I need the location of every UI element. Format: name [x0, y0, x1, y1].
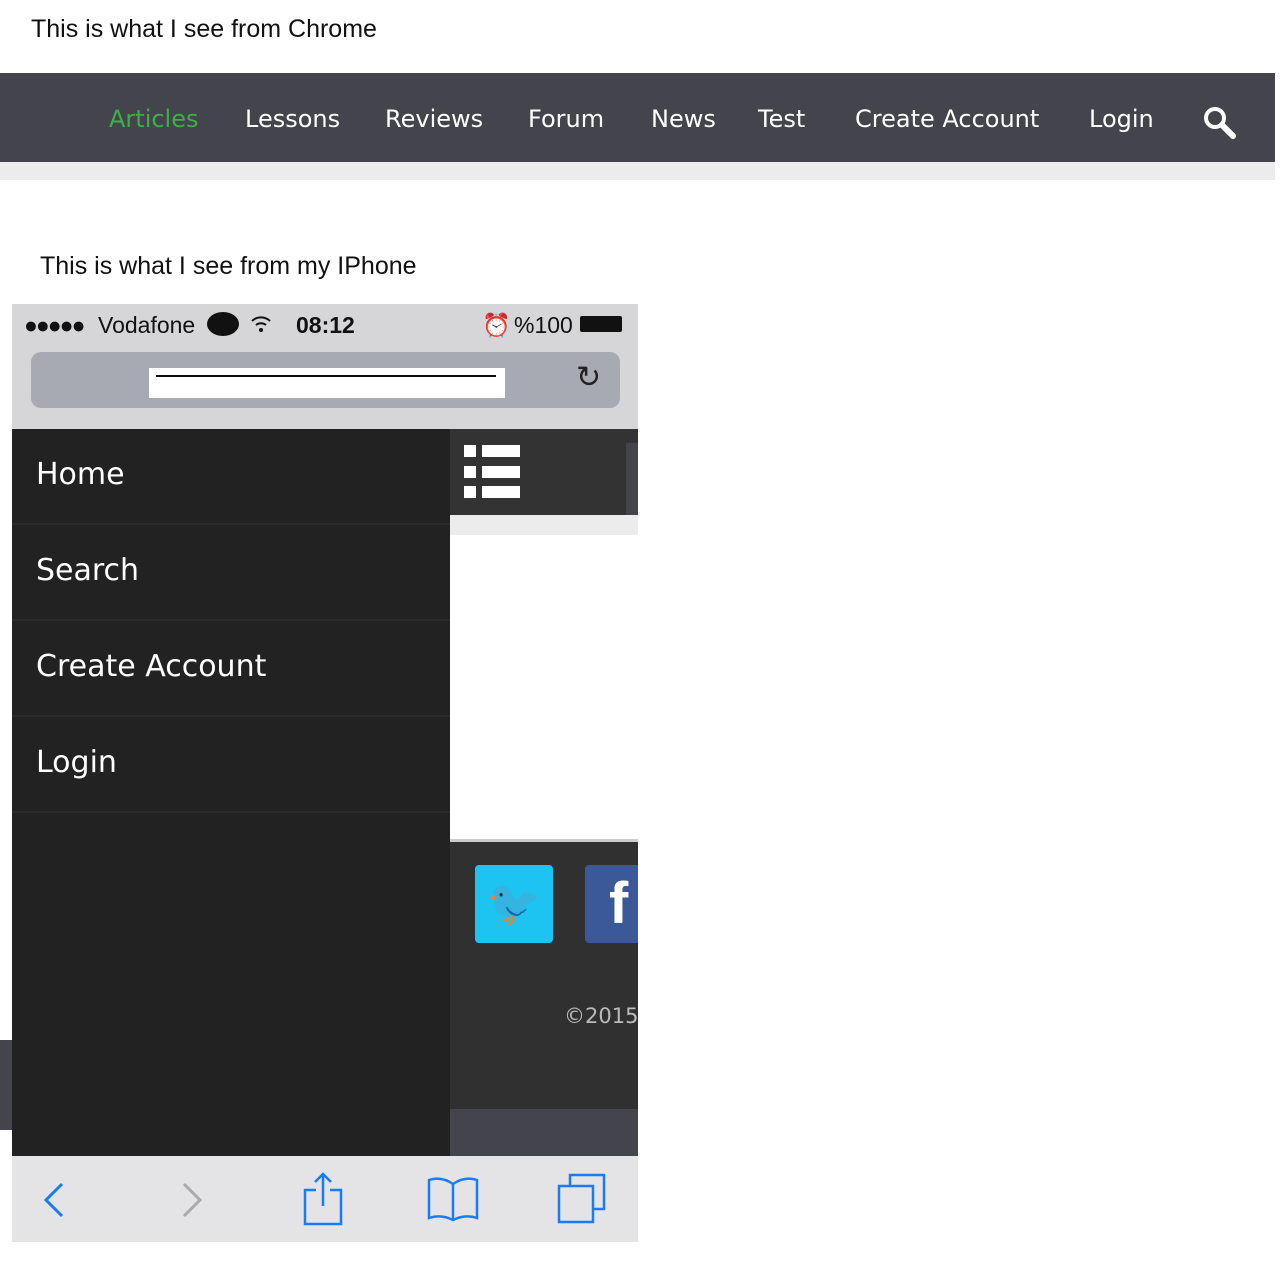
menu-list-icon[interactable]: [464, 445, 520, 501]
redaction-line: [156, 375, 496, 377]
battery-percent: %100: [514, 312, 573, 338]
side-menu: Home Search Create Account Login: [12, 429, 450, 1156]
signal-dots-icon: ●●●●●: [24, 312, 85, 338]
nav-articles[interactable]: Articles: [109, 105, 199, 133]
background-bar: [0, 1040, 12, 1130]
redacted-url: [149, 368, 505, 398]
search-icon[interactable]: [1202, 105, 1238, 141]
menu-item-login[interactable]: Login: [12, 717, 450, 813]
safari-toolbar: [12, 1156, 638, 1242]
facebook-icon[interactable]: f: [585, 865, 638, 943]
header-divider: [450, 515, 638, 535]
header-edge: [626, 443, 638, 515]
nav-news[interactable]: News: [651, 105, 716, 133]
mobile-footer: 🐦 f ©2015: [450, 839, 638, 1109]
iphone-screenshot: ●●●●● Vodafone 08:12 ⏰ %100 ↻ Home Searc…: [12, 304, 638, 1242]
copyright: ©2015: [564, 1004, 638, 1028]
alarm-icon: ⏰: [482, 312, 511, 338]
nav-forum[interactable]: Forum: [528, 105, 604, 133]
mobile-header: [450, 429, 638, 515]
nav-test[interactable]: Test: [758, 105, 805, 133]
twitter-icon[interactable]: 🐦: [475, 865, 553, 943]
carrier: Vodafone: [98, 312, 196, 338]
nav-lessons[interactable]: Lessons: [245, 105, 340, 133]
forward-icon[interactable]: [180, 1180, 204, 1220]
share-icon[interactable]: [302, 1172, 346, 1226]
redacted-icon: [207, 312, 239, 336]
bookmarks-icon[interactable]: [426, 1174, 480, 1224]
clock: 08:12: [296, 312, 355, 338]
tabs-icon[interactable]: [556, 1172, 608, 1226]
nav-create-account[interactable]: Create Account: [855, 105, 1039, 133]
desktop-navbar: Articles Lessons Reviews Forum News Test…: [0, 73, 1275, 162]
nav-reviews[interactable]: Reviews: [385, 105, 483, 133]
battery-icon: [580, 316, 622, 332]
menu-item-search[interactable]: Search: [12, 525, 450, 621]
menu-item-home[interactable]: Home: [12, 429, 450, 525]
footer-bottom-bar: [450, 1109, 638, 1156]
nav-login[interactable]: Login: [1089, 105, 1154, 133]
reload-icon[interactable]: ↻: [576, 360, 601, 395]
menu-item-create-account[interactable]: Create Account: [12, 621, 450, 717]
back-icon[interactable]: [42, 1180, 66, 1220]
caption-iphone: This is what I see from my IPhone: [40, 252, 417, 280]
nav-divider: [0, 162, 1275, 180]
caption-chrome: This is what I see from Chrome: [31, 15, 377, 43]
ios-status-bar: ●●●●● Vodafone 08:12 ⏰ %100 ↻: [12, 304, 638, 429]
address-bar[interactable]: ↻: [31, 352, 620, 408]
wifi-icon: [251, 316, 271, 332]
